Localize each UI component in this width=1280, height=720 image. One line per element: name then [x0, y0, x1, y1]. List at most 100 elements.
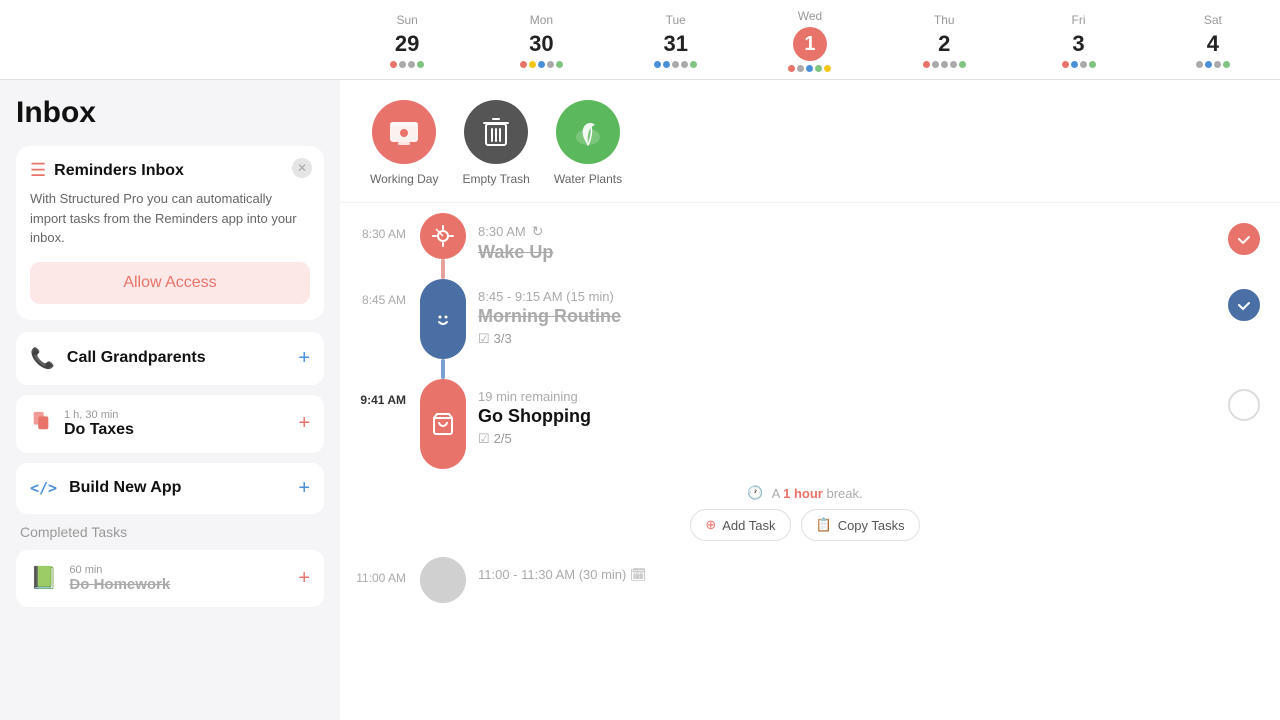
main-content: Inbox ☰ Reminders Inbox ✕ With Structure…: [0, 80, 1280, 720]
cal-dot: [1205, 61, 1212, 68]
sidebar-task-do-taxes[interactable]: 1 h, 30 minDo Taxes +: [16, 395, 324, 453]
completed-section-label: Completed Tasks: [20, 524, 324, 540]
task-time-row: 8:45 - 9:15 AM (15 min): [478, 289, 1214, 304]
task-icon-build-new-app: </>: [30, 479, 57, 497]
cal-dot: [408, 61, 415, 68]
cal-day-number: 31: [663, 31, 687, 57]
task-content: 8:45 - 9:15 AM (15 min)Morning Routine☑3…: [466, 279, 1228, 357]
bottom-time-text: 11:00 - 11:30 AM (30 min) 🗓: [478, 567, 1246, 583]
cal-day-30[interactable]: Mon30: [474, 0, 608, 79]
task-check-wake-up[interactable]: [1228, 223, 1260, 255]
cal-day-31[interactable]: Tue31: [609, 0, 743, 79]
allow-access-button[interactable]: Allow Access: [30, 262, 310, 304]
cal-dots: [390, 61, 424, 68]
sidebar-task-build-new-app[interactable]: </> Build New App +: [16, 463, 324, 514]
cal-dot: [654, 61, 661, 68]
copy-icon: 📋: [816, 517, 832, 533]
recur-icon: ↻: [532, 223, 544, 240]
task-meta: Call Grandparents: [67, 349, 206, 367]
add-task-button[interactable]: ⊕Add Task: [690, 509, 790, 541]
sidebar-task-call-grandparents[interactable]: 📞 Call Grandparents +: [16, 332, 324, 385]
top-icon-label-working-day: Working Day: [370, 172, 438, 186]
add-task-button-build-new-app[interactable]: +: [298, 477, 310, 500]
break-duration: 1 hour: [783, 486, 823, 501]
task-bubble-go-shopping: [420, 379, 466, 469]
cal-day-name: Sat: [1204, 13, 1222, 27]
timeline-connector: [420, 379, 466, 469]
cal-dot: [950, 61, 957, 68]
cal-dot: [690, 61, 697, 68]
add-completed-button-do-homework[interactable]: +: [298, 567, 310, 590]
task-duration: 1 h, 30 min: [64, 409, 134, 421]
cal-dot: [390, 61, 397, 68]
cal-dot: [417, 61, 424, 68]
cal-day-2[interactable]: Thu2: [877, 0, 1011, 79]
cal-day-1[interactable]: Wed1: [743, 0, 877, 79]
task-time-text: 8:30 AM: [478, 224, 526, 239]
add-task-label: Add Task: [722, 518, 775, 533]
cal-day-number: 4: [1207, 31, 1219, 57]
top-icon-label-empty-trash: Empty Trash: [462, 172, 529, 186]
task-icon-do-taxes: [30, 410, 52, 438]
top-icon-circle-working-day: [372, 100, 436, 164]
reminders-card-title: Reminders Inbox: [54, 162, 184, 180]
task-content: 19 min remaining Go Shopping ☑2/5: [466, 379, 1228, 457]
top-icon-empty-trash[interactable]: Empty Trash: [462, 100, 529, 186]
cal-dot: [399, 61, 406, 68]
reminders-description: With Structured Pro you can automaticall…: [30, 189, 310, 248]
copy-tasks-label: Copy Tasks: [838, 518, 905, 533]
cal-dot: [538, 61, 545, 68]
cal-day-name: Thu: [934, 13, 955, 27]
task-name: Do Taxes: [64, 421, 134, 439]
top-icon-water-plants[interactable]: Water Plants: [554, 100, 622, 186]
timeline-time-label: 8:30 AM: [350, 213, 420, 241]
task-meta: Build New App: [69, 479, 181, 497]
timeline-connector-line: [441, 259, 445, 279]
cal-dot: [797, 65, 804, 72]
completed-icon-do-homework: 📗: [30, 565, 57, 591]
add-task-button-do-taxes[interactable]: +: [298, 412, 310, 435]
task-icon-call-grandparents: 📞: [30, 346, 55, 371]
cal-day-name: Fri: [1072, 13, 1086, 27]
task-bubble-morning-routine: [420, 279, 466, 359]
cal-day-3[interactable]: Fri 3: [1011, 0, 1145, 79]
bottom-bubble: [420, 557, 466, 603]
cal-day-number: 29: [395, 31, 419, 57]
cal-dot: [806, 65, 813, 72]
cal-dot: [547, 61, 554, 68]
calendar-bar: Sun29Mon30Tue31Wed1Thu2 Fri 3 Sat 4: [0, 0, 1280, 80]
task-time-text: 19 min remaining: [478, 389, 578, 404]
cal-dot: [1071, 61, 1078, 68]
reminders-close-button[interactable]: ✕: [292, 158, 312, 178]
cal-dots: [1062, 61, 1096, 68]
copy-tasks-button[interactable]: 📋 Copy Tasks: [801, 509, 920, 541]
task-subtitle: ☑2/5: [478, 431, 1214, 447]
cal-dots: [923, 61, 966, 68]
top-icon-circle-water-plants: [556, 100, 620, 164]
top-icon-working-day[interactable]: Working Day: [370, 100, 438, 186]
task-bubble-wake-up: [420, 213, 466, 259]
completed-task-do-homework[interactable]: 📗60 minDo Homework+: [16, 550, 324, 607]
cal-dots: [788, 65, 831, 72]
timeline-row-bottom: 11:00 AM 11:00 - 11:30 AM (30 min) 🗓: [350, 557, 1260, 603]
task-check-go-shopping[interactable]: [1228, 389, 1260, 421]
task-name: Build New App: [69, 479, 181, 497]
top-icon-circle-empty-trash: [464, 100, 528, 164]
task-title: Wake Up: [478, 242, 1214, 263]
cal-day-number: 3: [1072, 31, 1084, 57]
reminders-inbox-card: ☰ Reminders Inbox ✕ With Structured Pro …: [16, 146, 324, 320]
cal-dot: [556, 61, 563, 68]
task-check-morning-routine[interactable]: [1228, 289, 1260, 321]
add-task-button-call-grandparents[interactable]: +: [298, 347, 310, 370]
cal-day-29[interactable]: Sun29: [340, 0, 474, 79]
cal-dot: [1214, 61, 1221, 68]
timeline-time-label: 11:00 AM: [350, 557, 420, 585]
cal-day-4[interactable]: Sat 4: [1146, 0, 1280, 79]
timeline-row-morning-routine: 8:45 AM8:45 - 9:15 AM (15 min)Morning Ro…: [350, 279, 1260, 379]
task-time-text: 8:45 - 9:15 AM (15 min): [478, 289, 614, 304]
cal-day-name: Mon: [530, 13, 553, 27]
cal-dot: [932, 61, 939, 68]
task-title: Go Shopping: [478, 406, 1214, 427]
task-meta: 1 h, 30 minDo Taxes: [64, 409, 134, 439]
sidebar: Inbox ☰ Reminders Inbox ✕ With Structure…: [0, 80, 340, 720]
